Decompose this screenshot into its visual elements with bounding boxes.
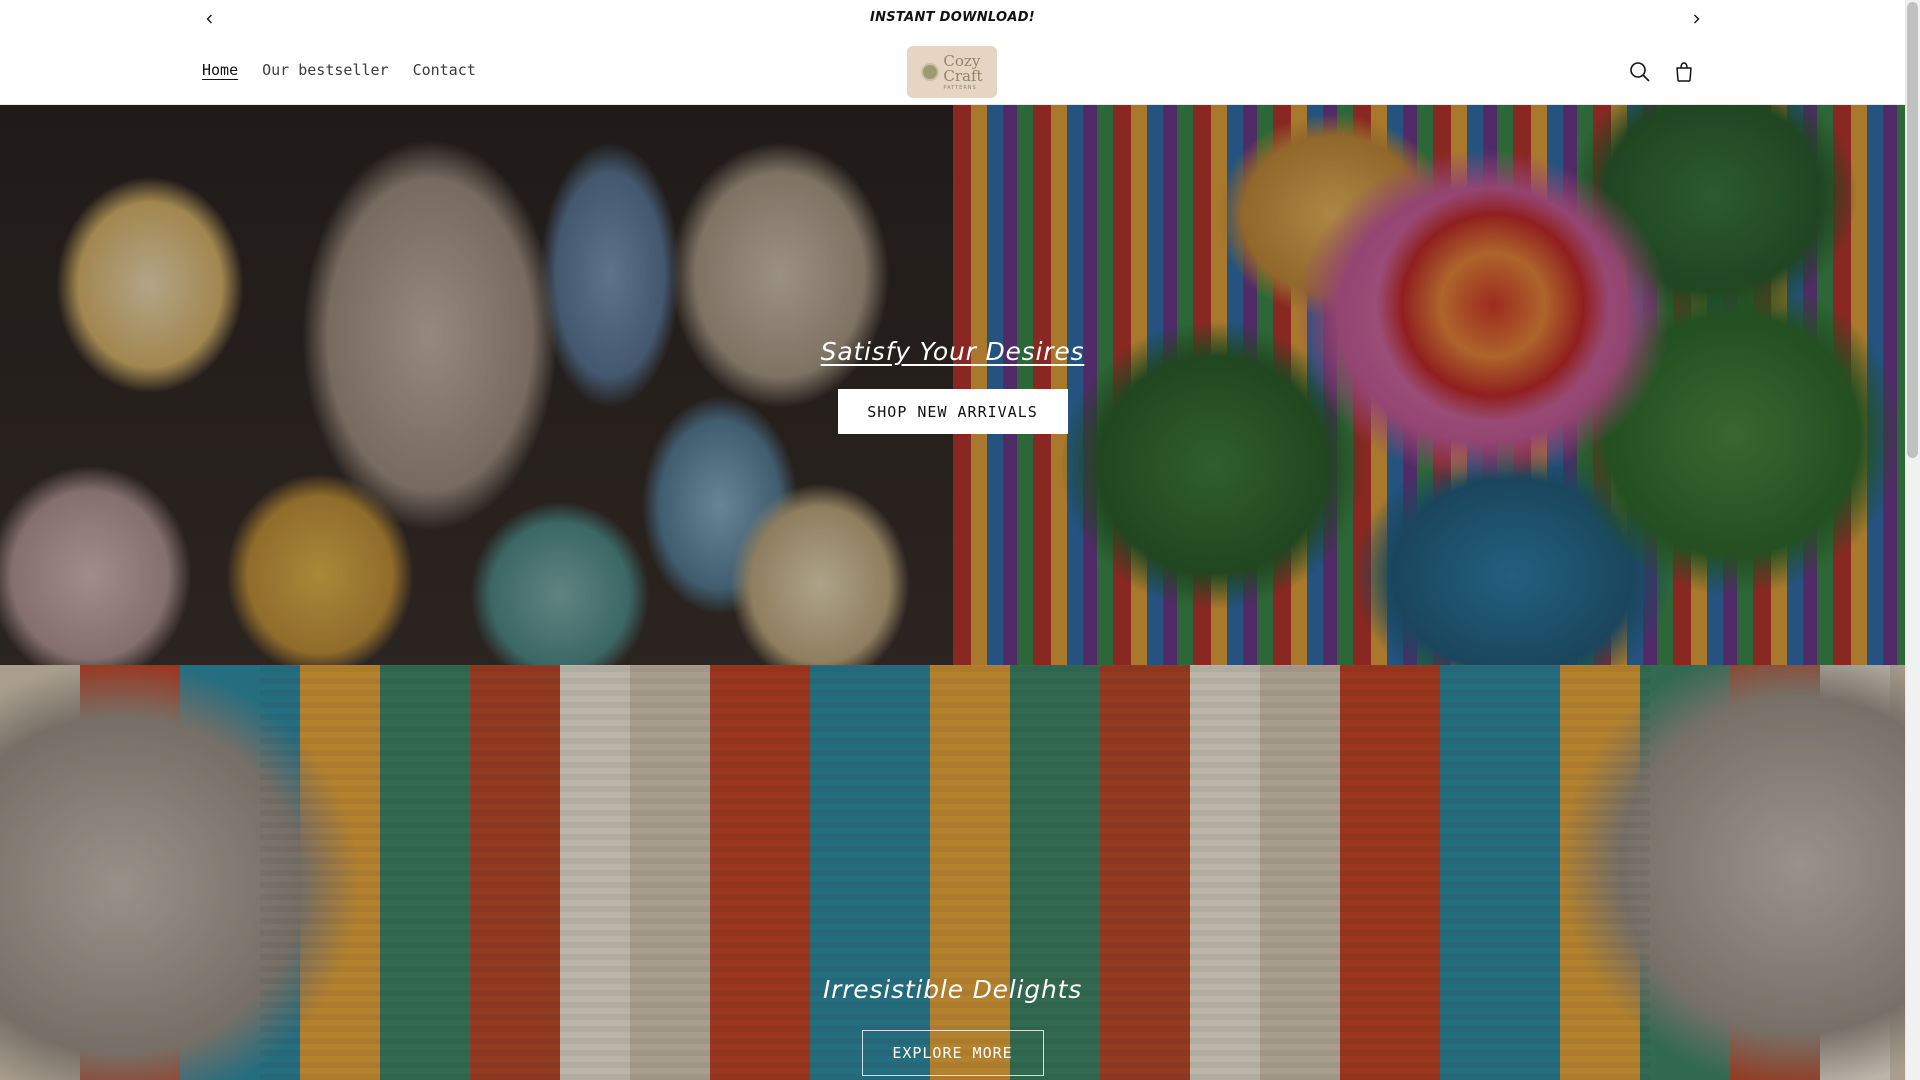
scrollbar-thumb[interactable] xyxy=(1907,2,1918,458)
explore-more-button[interactable]: EXPLORE MORE xyxy=(861,1030,1044,1076)
hero-banner-new-arrivals: Satisfy Your Desires SHOP NEW ARRIVALS xyxy=(0,105,1905,665)
logo-word-patterns: PATTERNS xyxy=(943,84,977,91)
yarn-ball-icon xyxy=(921,63,940,81)
announcement-next-button[interactable] xyxy=(1686,9,1706,29)
nav-link-contact[interactable]: Contact xyxy=(401,61,488,79)
hero-heading: Irresistible Delights xyxy=(822,975,1083,1004)
logo-text: Cozy Craft PATTERNS xyxy=(943,53,983,91)
hero-content: Satisfy Your Desires SHOP NEW ARRIVALS xyxy=(0,337,1905,434)
announcement-message[interactable]: INSTANT DOWNLOAD! xyxy=(0,10,1905,25)
main-nav: Home Our bestseller Contact xyxy=(190,61,488,79)
chevron-right-icon xyxy=(1694,14,1700,24)
page-scrollbar[interactable] xyxy=(1905,0,1920,1080)
shop-new-arrivals-button[interactable]: SHOP NEW ARRIVALS xyxy=(837,389,1068,434)
nav-link-home[interactable]: Home xyxy=(190,61,250,79)
hero-content: Irresistible Delights EXPLORE MORE xyxy=(0,975,1905,1076)
announcement-bar: INSTANT DOWNLOAD! xyxy=(0,0,1905,38)
search-icon xyxy=(1630,62,1650,82)
page: INSTANT DOWNLOAD! Home Our bestseller Co… xyxy=(0,0,1905,1080)
hero-banner-explore: Irresistible Delights EXPLORE MORE xyxy=(0,665,1905,1080)
logo-word-craft: Craft xyxy=(943,66,983,85)
site-logo[interactable]: Cozy Craft PATTERNS xyxy=(907,46,997,98)
cart-button[interactable] xyxy=(1667,55,1701,89)
nav-link-bestseller[interactable]: Our bestseller xyxy=(250,61,400,79)
search-button[interactable] xyxy=(1623,55,1657,89)
site-header: Home Our bestseller Contact Cozy Craft P… xyxy=(0,38,1905,105)
hero-heading[interactable]: Satisfy Your Desires xyxy=(821,337,1085,366)
cart-icon xyxy=(1676,62,1692,82)
